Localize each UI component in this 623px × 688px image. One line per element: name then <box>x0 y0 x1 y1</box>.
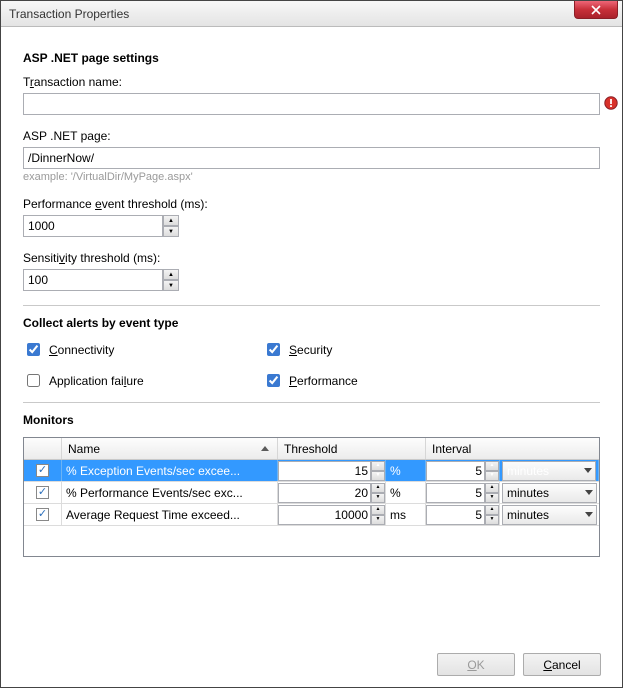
spin-down-icon[interactable]: ▼ <box>163 280 179 291</box>
col-header-interval[interactable]: Interval <box>426 438 599 459</box>
section-monitors: Monitors <box>23 413 600 427</box>
asp-page-input[interactable] <box>23 147 600 169</box>
spin-up-icon[interactable]: ▲ <box>485 505 499 515</box>
row-interval[interactable]: ▲▼ <box>426 460 500 481</box>
row-unit: % <box>386 460 426 481</box>
spin-up-icon[interactable]: ▲ <box>163 269 179 280</box>
row-checkbox[interactable] <box>36 508 49 521</box>
spin-down-icon[interactable]: ▼ <box>163 226 179 237</box>
row-unit: % <box>386 482 426 503</box>
row-threshold[interactable]: ▲▼ <box>278 460 386 481</box>
row-checkbox[interactable] <box>36 464 49 477</box>
interval-unit-combo[interactable]: minutes <box>502 461 596 481</box>
asp-page-hint: example: '/VirtualDir/MyPage.aspx' <box>23 171 600 183</box>
interval-input[interactable] <box>426 483 485 503</box>
row-threshold[interactable]: ▲▼ <box>278 482 386 503</box>
connectivity-label: Connectivity <box>49 343 114 357</box>
monitors-grid: Name Threshold Interval % Exception Even… <box>23 437 600 557</box>
sensitivity-input[interactable] <box>23 269 163 291</box>
connectivity-checkbox[interactable] <box>27 343 40 356</box>
error-icon <box>604 96 618 110</box>
threshold-input[interactable] <box>278 483 371 503</box>
spin-down-icon[interactable]: ▼ <box>371 471 385 481</box>
interval-unit-combo[interactable]: minutes <box>502 505 597 525</box>
row-unit: ms <box>386 504 426 525</box>
security-label: Security <box>289 343 332 357</box>
close-icon <box>591 5 601 15</box>
interval-input[interactable] <box>426 505 485 525</box>
security-checkbox[interactable] <box>267 343 280 356</box>
chevron-down-icon <box>584 468 592 473</box>
col-header-threshold[interactable]: Threshold <box>278 438 426 459</box>
chevron-down-icon <box>585 490 593 495</box>
row-check-cell[interactable] <box>24 482 62 503</box>
spin-down-icon[interactable]: ▼ <box>371 493 385 503</box>
row-threshold[interactable]: ▲▼ <box>278 504 386 525</box>
threshold-input[interactable] <box>278 505 371 525</box>
row-check-cell[interactable] <box>24 460 62 481</box>
spin-up-icon[interactable]: ▲ <box>371 461 385 471</box>
row-name: % Performance Events/sec exc... <box>62 482 278 503</box>
table-row[interactable]: % Performance Events/sec exc...▲▼%▲▼minu… <box>24 482 599 504</box>
spin-down-icon[interactable]: ▼ <box>485 471 499 481</box>
row-checkbox[interactable] <box>36 486 49 499</box>
spin-up-icon[interactable]: ▲ <box>371 505 385 515</box>
transaction-name-label: Transaction name: <box>23 75 600 89</box>
sensitivity-spinner[interactable]: ▲ ▼ <box>163 269 179 291</box>
row-interval[interactable]: ▲▼ <box>426 482 500 503</box>
table-row[interactable]: % Exception Events/sec excee...▲▼%▲▼minu… <box>24 460 599 482</box>
sensitivity-label: Sensitivity threshold (ms): <box>23 251 600 265</box>
section-page-settings: ASP .NET page settings <box>23 51 600 65</box>
perf-threshold-label: Performance event threshold (ms): <box>23 197 600 211</box>
interval-unit-combo[interactable]: minutes <box>502 483 597 503</box>
ok-button[interactable]: OK <box>437 653 515 676</box>
row-check-cell[interactable] <box>24 504 62 525</box>
spin-down-icon[interactable]: ▼ <box>371 515 385 525</box>
spin-down-icon[interactable]: ▼ <box>485 515 499 525</box>
row-name: Average Request Time exceed... <box>62 504 278 525</box>
spin-up-icon[interactable]: ▲ <box>485 483 499 493</box>
col-header-name[interactable]: Name <box>62 438 278 459</box>
performance-checkbox[interactable] <box>267 374 280 387</box>
close-button[interactable] <box>574 1 618 19</box>
titlebar: Transaction Properties <box>1 1 622 27</box>
transaction-name-input[interactable] <box>23 93 600 115</box>
interval-input[interactable] <box>426 461 485 481</box>
col-header-check[interactable] <box>24 438 62 459</box>
appfailure-label: Application failure <box>49 374 144 388</box>
table-row[interactable]: Average Request Time exceed...▲▼ms▲▼minu… <box>24 504 599 526</box>
perf-threshold-spinner[interactable]: ▲ ▼ <box>163 215 179 237</box>
cancel-button[interactable]: Cancel <box>523 653 601 676</box>
window-title: Transaction Properties <box>9 7 129 21</box>
performance-label: Performance <box>289 374 358 388</box>
monitors-header: Name Threshold Interval <box>24 438 599 460</box>
row-name: % Exception Events/sec excee... <box>62 460 278 481</box>
spin-up-icon[interactable]: ▲ <box>371 483 385 493</box>
spin-up-icon[interactable]: ▲ <box>163 215 179 226</box>
appfailure-checkbox[interactable] <box>27 374 40 387</box>
row-interval-unit[interactable]: minutes <box>500 460 599 481</box>
row-interval-unit[interactable]: minutes <box>500 482 599 503</box>
chevron-down-icon <box>585 512 593 517</box>
row-interval-unit[interactable]: minutes <box>500 504 599 525</box>
sort-asc-icon <box>261 446 269 451</box>
spin-up-icon[interactable]: ▲ <box>485 461 499 471</box>
perf-threshold-input[interactable] <box>23 215 163 237</box>
section-alerts: Collect alerts by event type <box>23 316 600 330</box>
asp-page-label: ASP .NET page: <box>23 129 600 143</box>
spin-down-icon[interactable]: ▼ <box>485 493 499 503</box>
row-interval[interactable]: ▲▼ <box>426 504 500 525</box>
threshold-input[interactable] <box>278 461 371 481</box>
